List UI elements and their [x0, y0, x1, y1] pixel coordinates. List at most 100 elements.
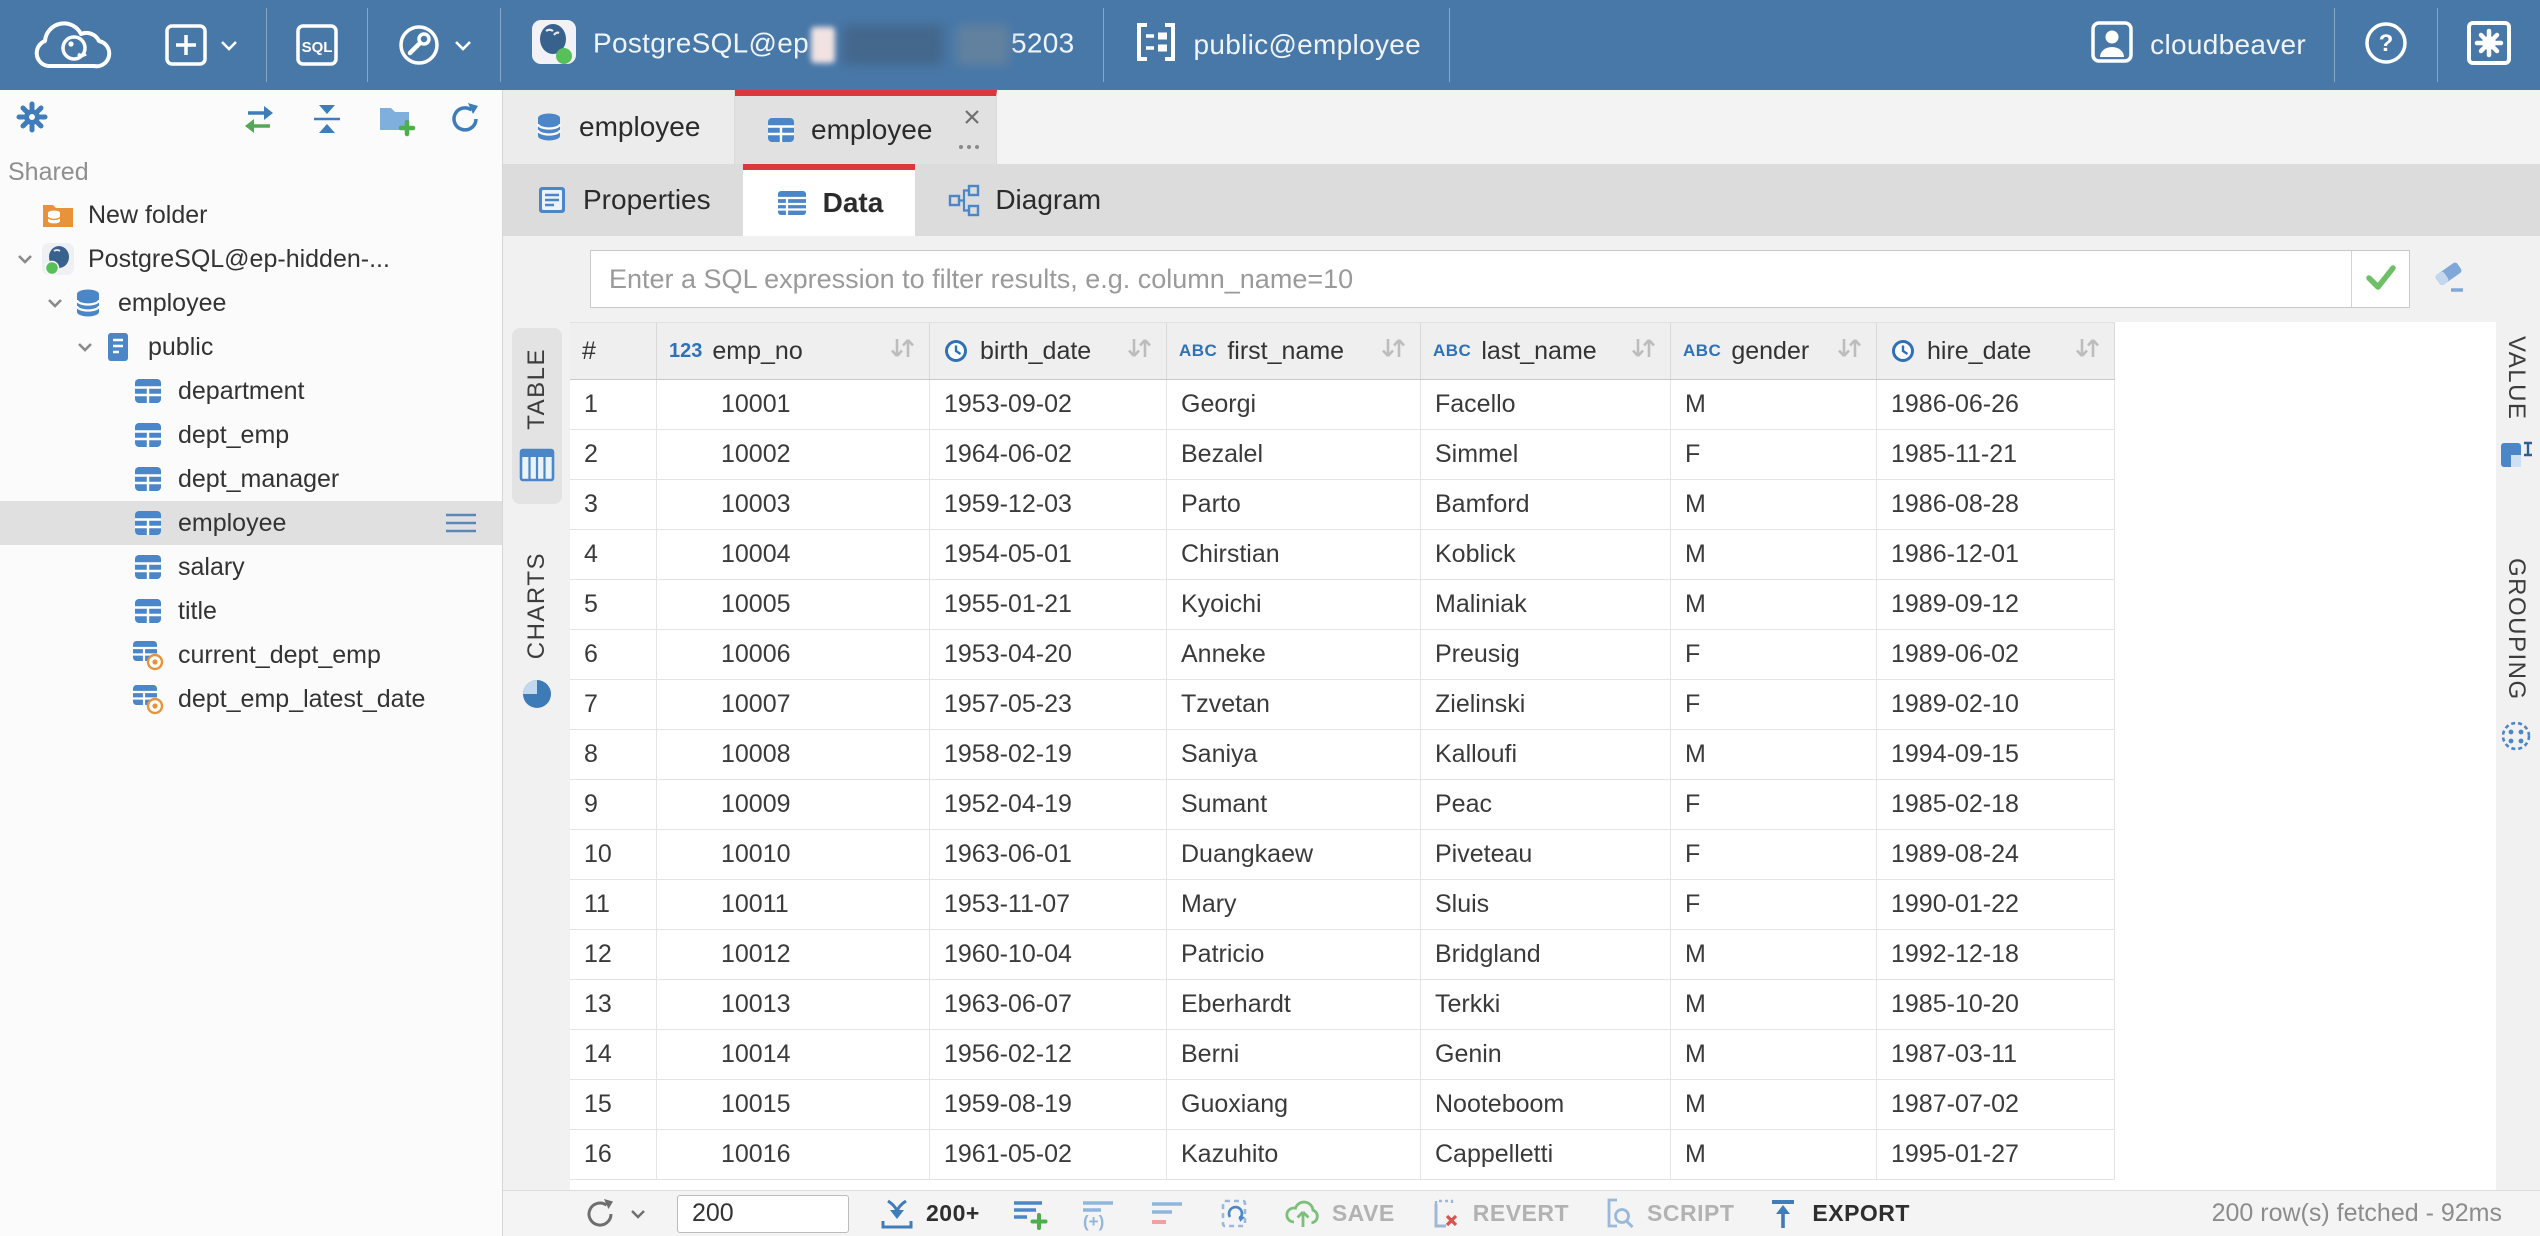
data-cell[interactable]: 1985-11-21	[1877, 430, 2115, 479]
data-cell[interactable]: Preusig	[1421, 630, 1671, 679]
data-cell[interactable]: 1963-06-07	[930, 980, 1167, 1029]
data-cell[interactable]: 1989-08-24	[1877, 830, 2115, 879]
data-cell[interactable]: 1986-06-26	[1877, 380, 2115, 429]
data-cell[interactable]: Maliniak	[1421, 580, 1671, 629]
tree-item-title[interactable]: title	[0, 589, 502, 633]
tree-item-dept-emp[interactable]: dept_emp	[0, 413, 502, 457]
column-header-hire_date[interactable]: hire_date	[1877, 323, 2115, 379]
data-cell[interactable]: 1987-07-02	[1877, 1080, 2115, 1129]
data-cell[interactable]: M	[1671, 530, 1877, 579]
row-limit-input[interactable]	[677, 1195, 849, 1233]
data-cell[interactable]: Kazuhito	[1167, 1130, 1421, 1179]
data-cell[interactable]: 1956-02-12	[930, 1030, 1167, 1079]
data-cell[interactable]: 10016	[657, 1130, 930, 1179]
sort-icon[interactable]	[1834, 333, 1864, 370]
data-cell[interactable]: 10006	[657, 630, 930, 679]
data-cell[interactable]: F	[1671, 780, 1877, 829]
data-cell[interactable]: 1961-05-02	[930, 1130, 1167, 1179]
data-cell[interactable]: M	[1671, 930, 1877, 979]
data-cell[interactable]: 10011	[657, 880, 930, 929]
data-cell[interactable]: Kyoichi	[1167, 580, 1421, 629]
help-button[interactable]: ?	[2341, 0, 2431, 90]
data-cell[interactable]: 1989-06-02	[1877, 630, 2115, 679]
data-cell[interactable]: Patricio	[1167, 930, 1421, 979]
export-button[interactable]: EXPORT	[1749, 1191, 1925, 1236]
apply-filter-button[interactable]	[2351, 251, 2409, 307]
data-cell[interactable]: Nooteboom	[1421, 1080, 1671, 1129]
new-folder-button[interactable]	[376, 100, 416, 138]
gear-blue-button[interactable]	[14, 99, 50, 135]
tab-properties[interactable]: Properties	[503, 164, 743, 236]
edit-selected-button[interactable]	[1201, 1191, 1269, 1236]
data-cell[interactable]: Zielinski	[1421, 680, 1671, 729]
sort-icon[interactable]	[1628, 333, 1658, 370]
data-cell[interactable]: 1986-12-01	[1877, 530, 2115, 579]
tab-diagram[interactable]: Diagram	[915, 164, 1133, 236]
tree-item-employee[interactable]: employee	[0, 501, 502, 545]
data-cell[interactable]: 1985-02-18	[1877, 780, 2115, 829]
data-cell[interactable]: Sluis	[1421, 880, 1671, 929]
data-cell[interactable]: 10015	[657, 1080, 930, 1129]
tree-item-dept-emp-latest-date[interactable]: dept_emp_latest_date	[0, 677, 502, 721]
data-cell[interactable]: 1955-01-21	[930, 580, 1167, 629]
tree-item-public[interactable]: public	[0, 325, 502, 369]
tree-item-salary[interactable]: salary	[0, 545, 502, 589]
data-cell[interactable]: Bridgland	[1421, 930, 1671, 979]
column-header-last_name[interactable]: ABClast_name	[1421, 323, 1671, 379]
data-cell[interactable]: 10013	[657, 980, 930, 1029]
data-cell[interactable]: F	[1671, 880, 1877, 929]
column-header-gender[interactable]: ABCgender	[1671, 323, 1877, 379]
data-cell[interactable]: M	[1671, 380, 1877, 429]
data-cell[interactable]: 10002	[657, 430, 930, 479]
data-cell[interactable]: Mary	[1167, 880, 1421, 929]
fetch-page-button[interactable]: 200+	[863, 1191, 995, 1236]
data-cell[interactable]: Guoxiang	[1167, 1080, 1421, 1129]
add-row-button[interactable]	[995, 1191, 1063, 1236]
data-cell[interactable]: Anneke	[1167, 630, 1421, 679]
data-cell[interactable]: 10001	[657, 380, 930, 429]
sync-arrows-button[interactable]	[240, 100, 278, 138]
duplicate-row-button[interactable]: (+)	[1063, 1191, 1133, 1236]
cloudbeaver-logo[interactable]	[22, 10, 118, 81]
data-cell[interactable]: Peac	[1421, 780, 1671, 829]
data-cell[interactable]: Terkki	[1421, 980, 1671, 1029]
filter-input[interactable]	[591, 251, 2351, 307]
data-cell[interactable]: Bamford	[1421, 480, 1671, 529]
data-cell[interactable]: 10010	[657, 830, 930, 879]
tree-item-employee[interactable]: employee	[0, 281, 502, 325]
data-cell[interactable]: 10012	[657, 930, 930, 979]
column-header-first_name[interactable]: ABCfirst_name	[1167, 323, 1421, 379]
data-cell[interactable]: 1957-05-23	[930, 680, 1167, 729]
tree-item-department[interactable]: department	[0, 369, 502, 413]
data-cell[interactable]: 1990-01-22	[1877, 880, 2115, 929]
data-cell[interactable]: 1959-08-19	[930, 1080, 1167, 1129]
data-cell[interactable]: M	[1671, 1130, 1877, 1179]
data-cell[interactable]: 1953-09-02	[930, 380, 1167, 429]
tree-item-postgresql-ep-hidden-[interactable]: PostgreSQL@ep-hidden-...	[0, 237, 502, 281]
row-limit-input[interactable]	[663, 1191, 863, 1236]
collapse-all-button[interactable]	[308, 100, 346, 138]
data-cell[interactable]: 1954-05-01	[930, 530, 1167, 579]
data-cell[interactable]: Parto	[1167, 480, 1421, 529]
tab-data[interactable]: Data	[743, 164, 916, 236]
refresh-results-button[interactable]	[567, 1191, 663, 1236]
data-cell[interactable]: 10009	[657, 780, 930, 829]
data-cell[interactable]: F	[1671, 680, 1877, 729]
tree-item-current-dept-emp[interactable]: current_dept_emp	[0, 633, 502, 677]
data-cell[interactable]: 1953-04-20	[930, 630, 1167, 679]
panel-tab-grouping[interactable]: GROUPING	[2492, 538, 2540, 775]
data-cell[interactable]: Chirstian	[1167, 530, 1421, 579]
column-header-birth_date[interactable]: birth_date	[930, 323, 1167, 379]
data-cell[interactable]: 1958-02-19	[930, 730, 1167, 779]
panel-tab-value[interactable]: VALUE	[2492, 316, 2540, 494]
data-cell[interactable]: 1986-08-28	[1877, 480, 2115, 529]
column-header-emp_no[interactable]: 123emp_no	[657, 323, 930, 379]
data-cell[interactable]: 1989-09-12	[1877, 580, 2115, 629]
data-cell[interactable]: F	[1671, 630, 1877, 679]
sort-icon[interactable]	[1124, 333, 1154, 370]
clear-filter-button[interactable]	[2430, 257, 2470, 302]
data-cell[interactable]: 10007	[657, 680, 930, 729]
editor-tab-employee[interactable]: employee	[735, 90, 997, 164]
editor-tab-employee[interactable]: employee	[503, 90, 735, 164]
data-cell[interactable]: Facello	[1421, 380, 1671, 429]
